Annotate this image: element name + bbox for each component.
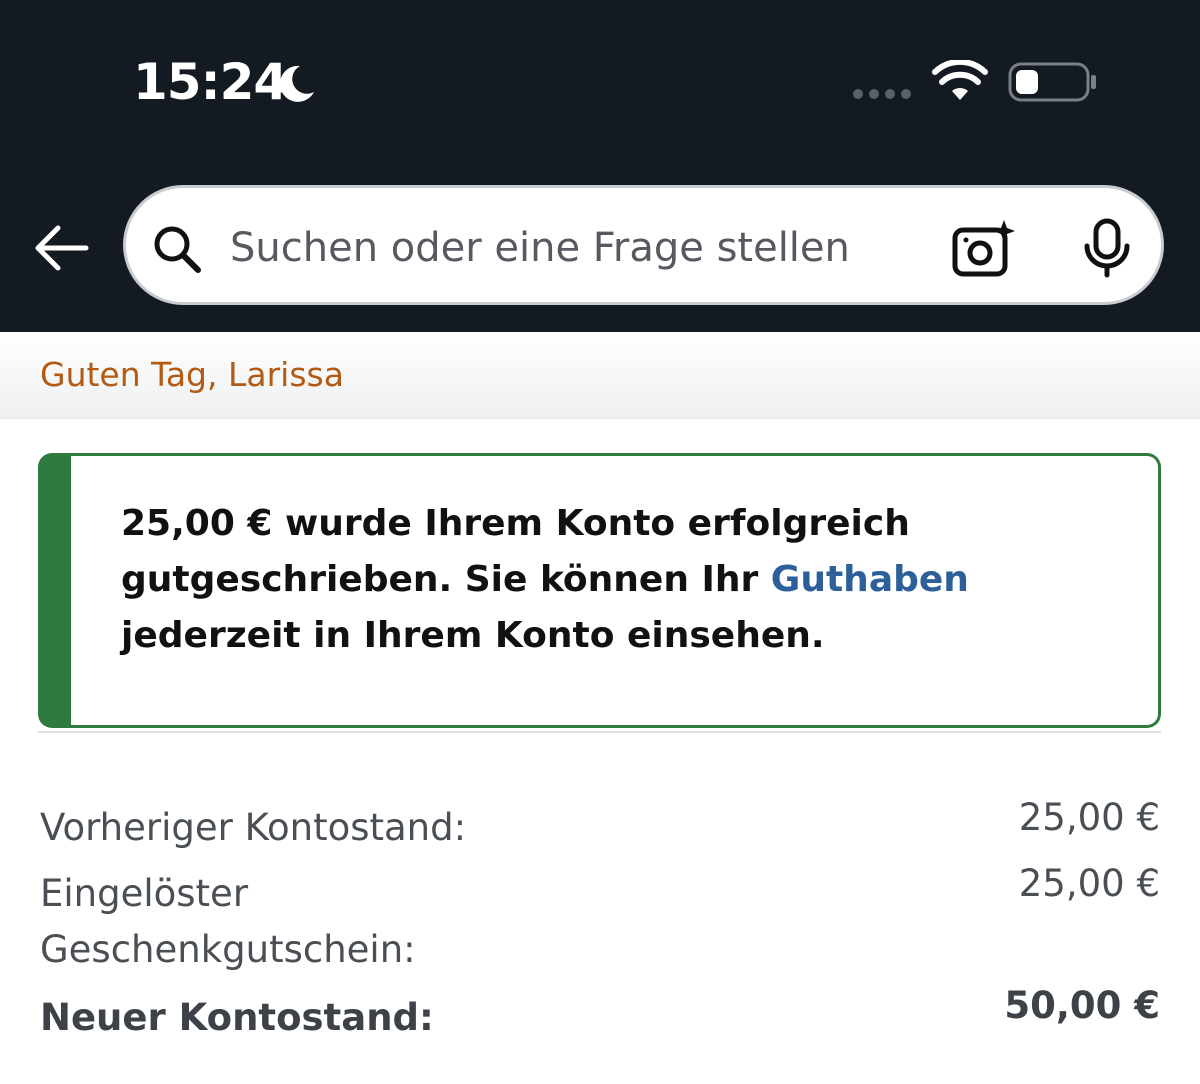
success-alert: 25,00 € wurde Ihrem Konto erfolgreich gu… [38, 453, 1161, 728]
greeting-text[interactable]: Guten Tag, Larissa [40, 355, 344, 395]
mic-icon[interactable] [1082, 218, 1132, 278]
guthaben-link[interactable]: Guthaben [771, 559, 969, 600]
redeemed-label: Eingelöster Geschenkgutschein: [40, 872, 416, 971]
divider [38, 731, 1161, 733]
previous-balance-value: 25,00 € [1018, 796, 1160, 839]
alert-message: 25,00 € wurde Ihrem Konto erfolgreich gu… [121, 496, 1131, 664]
greeting-bar: Guten Tag, Larissa [0, 332, 1200, 419]
wifi-icon [932, 60, 988, 100]
battery-icon [1008, 62, 1096, 102]
app-header: 15:24 Suchen oder eine Frage stellen [0, 0, 1200, 332]
moon-icon [279, 65, 314, 102]
redeemed-value: 25,00 € [1018, 862, 1160, 905]
signal-dots-icon [853, 89, 911, 99]
back-arrow-icon[interactable] [30, 220, 92, 276]
alert-text-after: jederzeit in Ihrem Konto einsehen. [121, 615, 825, 656]
camera-icon[interactable] [952, 218, 1016, 278]
new-balance-label: Neuer Kontostand: [40, 996, 434, 1039]
search-icon [154, 226, 201, 273]
search-input[interactable]: Suchen oder eine Frage stellen [230, 225, 850, 271]
previous-balance-label: Vorheriger Kontostand: [40, 806, 467, 849]
new-balance-value: 50,00 € [1004, 984, 1160, 1027]
status-time: 15:24 [133, 53, 288, 111]
search-bar[interactable]: Suchen oder eine Frage stellen [123, 185, 1164, 305]
